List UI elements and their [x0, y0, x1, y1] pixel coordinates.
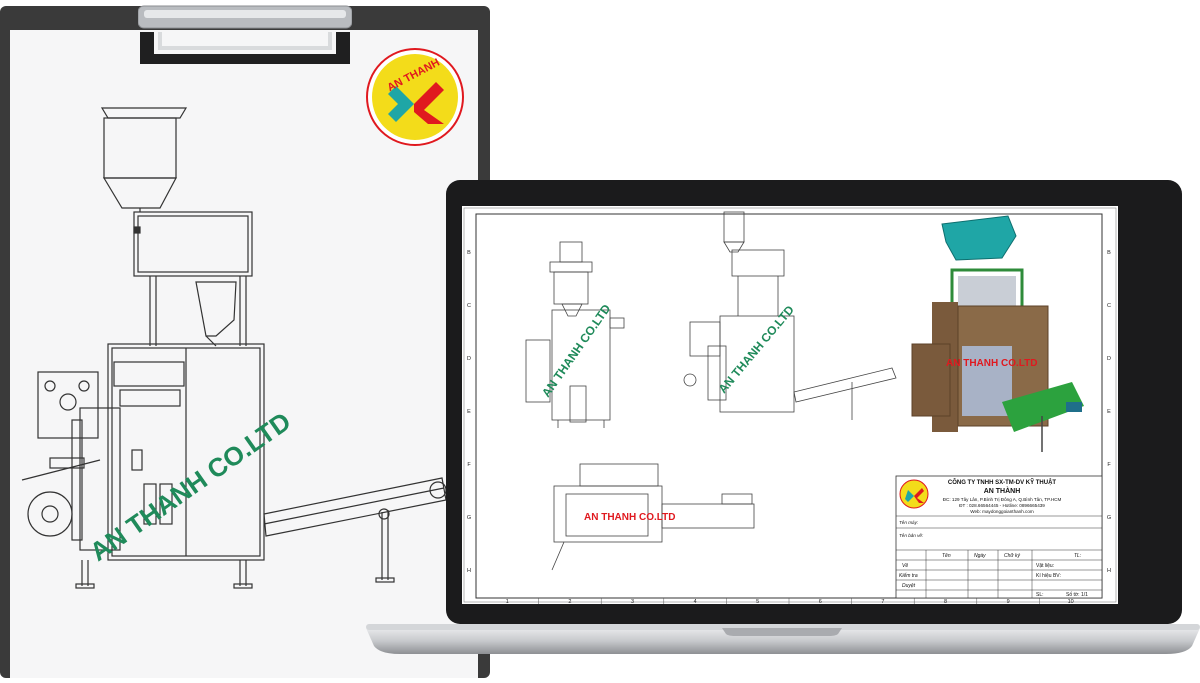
tb-company: CÔNG TY TNHH SX-TM-DV KỸ THUẬT [948, 478, 1057, 486]
row-label: F [467, 462, 471, 468]
tb-row-ve: Vẽ [902, 563, 908, 569]
tb-header-ngay: Ngày [974, 553, 986, 559]
row-label: C [467, 303, 471, 309]
company-logo: AN THANH [366, 48, 464, 146]
column-label: 7 [881, 599, 884, 604]
tb-so-to: Số tờ: 1/1 [1066, 592, 1088, 598]
row-label: D [467, 356, 471, 362]
row-label: E [467, 409, 471, 415]
tb-ki-hieu: Kí hiệu BV: [1036, 573, 1061, 579]
tb-phone: ĐT : 028.66564445 - Hotline: 0896665439 [959, 503, 1045, 508]
cad-drawing-sheet: B C D E F G H B C D E F G H 1 2 3 4 5 6 7 8 9 10 AN THANH CO.… [463, 207, 1117, 605]
row-label: E [1107, 409, 1111, 415]
tb-address: ĐC: 129 Tây Lân, P.Bình Trị Đông A, Q.Bì… [943, 497, 1062, 502]
tb-ten-may: Tên máy: [899, 520, 919, 525]
clipboard-clip [138, 5, 352, 64]
tb-row-duyet: Duyệt [902, 583, 916, 589]
row-label: H [467, 568, 471, 574]
laptop-base [366, 624, 1200, 654]
column-labels: 1 2 3 4 5 6 7 8 9 10 [506, 598, 1074, 605]
tb-ten-ban-ve: Tên bản vẽ: [899, 532, 924, 538]
tb-header-ten: Tên [942, 553, 951, 559]
row-labels-right: B C D E F G H [1107, 250, 1111, 574]
row-label: G [1107, 515, 1111, 521]
row-label: G [467, 515, 471, 521]
column-label: 10 [1068, 599, 1074, 604]
watermark-top-view: AN THANH CO.LTD [584, 512, 675, 523]
row-label: C [1107, 303, 1111, 309]
column-label: 3 [631, 599, 634, 604]
column-label: 2 [568, 599, 571, 604]
tb-vat-lieu: Vật liệu: [1036, 563, 1054, 569]
column-label: 6 [819, 599, 822, 604]
tb-header-chu-ky: Chữ ký [1004, 553, 1020, 559]
tb-header-tl: TL: [1074, 553, 1082, 559]
laptop-screen: B C D E F G H B C D E F G H 1 2 3 4 5 6 7 8 9 10 AN THANH CO.… [462, 206, 1118, 605]
row-label: H [1107, 568, 1111, 574]
title-block: CÔNG TY TNHH SX-TM-DV KỸ THUẬT AN THÀNH … [895, 475, 1103, 599]
row-label: D [1107, 356, 1111, 362]
watermark-3d: AN THANH CO.LTD [946, 358, 1037, 369]
column-label: 8 [944, 599, 947, 604]
row-label: B [1107, 250, 1111, 256]
row-labels-left: B C D E F G H [467, 250, 471, 574]
column-label: 4 [694, 599, 697, 604]
tb-sl: SL: [1036, 592, 1044, 598]
tb-company-name: AN THÀNH [984, 486, 1021, 495]
row-label: F [1107, 462, 1111, 468]
watermark-view-2: AN THANH CO.LTD [716, 303, 797, 396]
tb-web: Web: maydonggoianthanh.com [970, 509, 1034, 514]
row-label: B [467, 250, 471, 256]
tb-row-kiem-tra: Kiểm tra [899, 572, 918, 579]
column-label: 5 [756, 599, 759, 604]
column-label: 9 [1007, 599, 1010, 604]
column-label: 1 [506, 599, 509, 604]
machine-3d-render [911, 215, 1084, 452]
front-view-drawing [525, 241, 625, 428]
